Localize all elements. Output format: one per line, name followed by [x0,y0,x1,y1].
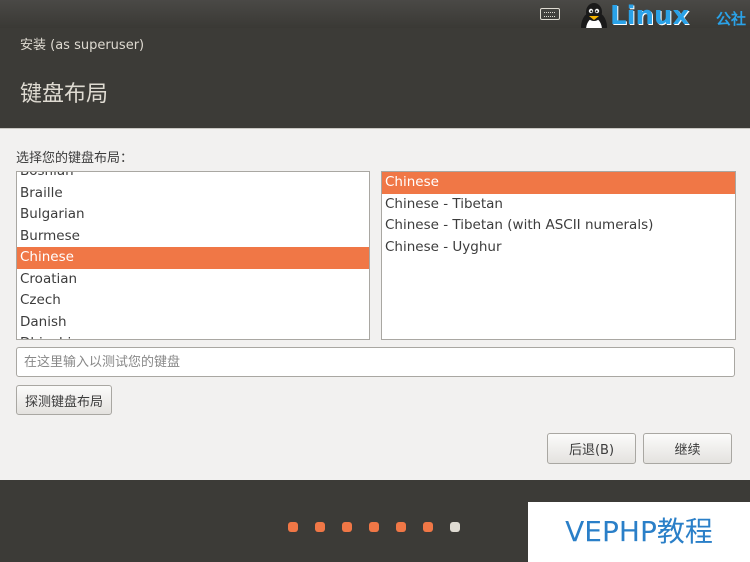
progress-dot [396,522,406,532]
system-tray [540,0,750,28]
window-header: 安装 (as superuser) 键盘布局 [0,28,750,128]
layout-list-item[interactable]: Braille [17,183,369,205]
progress-dot [342,522,352,532]
back-button[interactable]: 后退(B) [547,433,636,464]
variant-list-item[interactable]: Chinese [382,172,735,194]
layout-list-item[interactable]: Bulgarian [17,204,369,226]
variant-list-item[interactable]: Chinese - Tibetan [382,194,735,216]
layout-prompt-label: 选择您的键盘布局： [16,151,134,166]
layout-list-item[interactable]: Croatian [17,269,369,291]
window-title: 安装 (as superuser) [20,38,145,53]
top-panel [0,0,750,28]
page-title: 键盘布局 [20,82,109,107]
vephp-overlay: VEPHP教程 [528,502,750,562]
progress-dot [288,522,298,532]
keyboard-layout-panel: 选择您的键盘布局： Bosnian Braille Bulgarian Burmese… [0,128,750,480]
detect-layout-button[interactable]: 探测键盘布局 [16,385,112,415]
layout-list[interactable]: Bosnian Braille Bulgarian Burmese Chinese Cro… [16,171,370,340]
layout-list-item[interactable]: Dhivehi [17,333,369,339]
layout-list-item[interactable]: Czech [17,290,369,312]
variant-list[interactable]: Chinese Chinese - Tibetan Chinese - Tibeta… [381,171,736,340]
variant-list-item[interactable]: Chinese - Uyghur [382,237,735,259]
continue-button[interactable]: 继续 [643,433,732,464]
layout-list-item[interactable]: Danish [17,312,369,334]
layout-list-item[interactable]: Chinese [17,247,369,269]
progress-dot [315,522,325,532]
progress-dot [369,522,379,532]
progress-indicator [288,522,477,532]
progress-dot [450,522,460,532]
layout-list-item[interactable]: Burmese [17,226,369,248]
variant-list-item[interactable]: Chinese - Tibetan (with ASCII numerals) [382,215,735,237]
keyboard-test-input[interactable] [16,347,735,377]
keyboard-indicator-icon[interactable] [540,8,560,20]
progress-dot [423,522,433,532]
layout-list-item[interactable]: Bosnian [17,172,369,183]
